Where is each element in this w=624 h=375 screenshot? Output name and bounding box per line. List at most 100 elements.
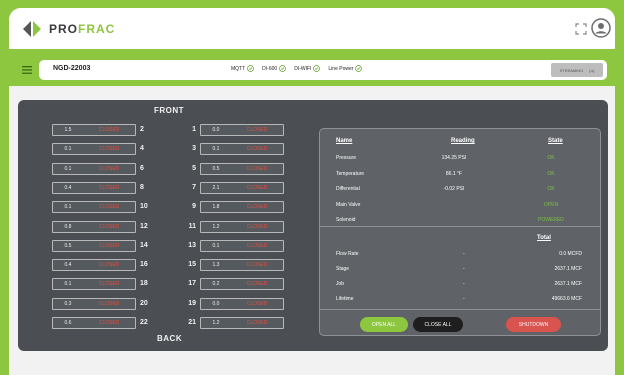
valve-7-box[interactable]: 2.1 CLOSED <box>200 181 284 194</box>
valve-number: 17 <box>188 280 196 288</box>
readings-panel: Name Reading State Pressure 134.25 PSI OK T… <box>319 128 601 336</box>
total-value: 2637.1 MCF <box>554 281 582 287</box>
valve-reading: 0.1 <box>64 165 72 172</box>
total-value: 2637.1 MCF <box>554 266 582 272</box>
total-value: 0.0 MCFD <box>559 251 582 257</box>
valve-reading: 1.3 <box>212 262 220 269</box>
valve-state: CLOSED <box>246 281 268 288</box>
close-all-button[interactable]: CLOSE ALL <box>413 317 463 332</box>
valve-15-box[interactable]: 1.3 CLOSED <box>200 259 284 272</box>
valve-state: CLOSED <box>246 300 268 307</box>
valve-reading: 0.1 <box>64 281 72 288</box>
header-name: Name <box>336 138 353 144</box>
valve-6-box[interactable]: 0.1 CLOSED <box>52 162 136 175</box>
valve-reading: 1.2 <box>212 223 220 230</box>
valve-18-box[interactable]: 0.1 CLOSED <box>52 278 136 291</box>
valve-1-box[interactable]: 0.0 CLOSED <box>200 124 284 136</box>
expand-icon[interactable] <box>575 23 587 35</box>
indicator-label: Line Power <box>328 65 354 72</box>
valve-17-box[interactable]: 0.2 CLOSED <box>200 278 284 291</box>
top-bar: PROFRAC <box>9 8 615 49</box>
valve-reading: 0.1 <box>64 204 72 211</box>
valve-14-box[interactable]: 0.5 CLOSED <box>52 239 136 252</box>
valve-number: 1 <box>192 126 196 133</box>
menu-icon[interactable] <box>22 66 32 74</box>
indicator-mqtt: MQTT <box>231 65 254 72</box>
valve-21-box[interactable]: 1.2 CLOSED <box>200 317 284 329</box>
total-name: Job <box>336 281 345 287</box>
valve-10-box[interactable]: 0.1 CLOSED <box>52 201 136 214</box>
valve-number: 13 <box>188 241 196 249</box>
valve-number: 14 <box>140 241 148 249</box>
valve-16-box[interactable]: 0.4 CLOSED <box>52 259 136 272</box>
valve-state: CLOSED <box>246 146 268 153</box>
valve-22-box[interactable]: 0.6 CLOSED <box>52 317 136 329</box>
valve-number: 6 <box>140 164 144 172</box>
valve-3-box[interactable]: 0.1 CLOSED <box>200 143 284 156</box>
info-name: Pressure <box>336 155 357 161</box>
valve-8-box[interactable]: 0.4 CLOSED <box>52 181 136 194</box>
valve-reading: 0.0 <box>212 300 220 307</box>
valve-state: CLOSED <box>98 320 120 326</box>
valve-12-box[interactable]: 0.8 CLOSED <box>52 220 136 233</box>
check-circle-icon <box>247 65 254 72</box>
valve-number: 2 <box>140 126 144 133</box>
header-reading: Reading <box>451 138 475 144</box>
valve-reading: 0.3 <box>64 300 72 307</box>
valve-5-box[interactable]: 0.5 CLOSED <box>200 162 284 175</box>
info-state: POWERED <box>538 217 564 223</box>
open-all-button[interactable]: OPEN ALL <box>360 317 408 332</box>
connection-indicators: MQTT DI-600 DI-WIFI Line Power <box>231 65 363 72</box>
valve-number: 12 <box>140 222 148 230</box>
valve-number: 11 <box>188 222 196 230</box>
valve-state: CLOSED <box>246 127 268 133</box>
valve-number: 9 <box>192 203 196 211</box>
indicator-label: DI-WIFI <box>294 65 312 72</box>
divider <box>320 309 600 310</box>
logo-pro: PRO <box>49 22 79 36</box>
valve-reading: 0.4 <box>64 262 72 269</box>
valve-number: 21 <box>188 319 196 326</box>
valve-2-box[interactable]: 1.5 CLOSED <box>52 124 136 136</box>
valve-state: CLOSED <box>98 242 120 249</box>
valve-reading: 0.5 <box>212 165 220 172</box>
shutdown-button[interactable]: SHUTDOWN <box>506 317 561 332</box>
total-dash: - <box>463 281 465 287</box>
header-total: Total <box>537 235 551 241</box>
logo-frac: FRAC <box>78 22 116 36</box>
check-circle-icon <box>313 65 321 72</box>
valve-state: CLOSED <box>98 300 120 307</box>
valve-state: CLOSED <box>98 262 120 269</box>
user-avatar-icon[interactable] <box>591 18 611 38</box>
valve-4-box[interactable]: 0.1 CLOSED <box>52 143 136 156</box>
streaming-button[interactable]: STREAMING [••] <box>551 63 603 77</box>
info-state: OK <box>547 186 555 192</box>
valve-state: CLOSED <box>246 184 268 191</box>
valve-state: CLOSED <box>246 204 268 211</box>
valve-19-box[interactable]: 0.0 CLOSED <box>200 297 284 310</box>
back-label: BACK <box>157 334 183 343</box>
valve-reading: 0.6 <box>64 320 72 326</box>
valve-number: 5 <box>192 164 196 172</box>
valve-state: CLOSED <box>98 127 120 133</box>
valve-number: 4 <box>140 145 144 153</box>
valve-9-box[interactable]: 1.8 CLOSED <box>200 201 284 214</box>
total-value: 49663.6 MCF <box>551 296 582 302</box>
valve-reading: 0.4 <box>64 184 72 191</box>
valve-13-box[interactable]: 0.1 CLOSED <box>200 239 284 252</box>
valve-reading: 2.1 <box>212 184 220 191</box>
profrac-logo: PROFRAC <box>23 20 115 38</box>
info-name: Differential <box>336 186 360 192</box>
valve-state: CLOSED <box>98 223 120 230</box>
manifold-panel: FRONT BACK 1.5 CLOSED 2 0.1 CLOSED 4 0.1 CLOSED… <box>18 100 608 351</box>
valve-reading: 0.1 <box>212 242 220 249</box>
valve-11-box[interactable]: 1.2 CLOSED <box>200 220 284 233</box>
info-state: OK <box>547 170 555 177</box>
valve-reading: 0.1 <box>212 146 220 153</box>
info-name: Main Valve <box>336 201 361 208</box>
valve-number: 10 <box>140 203 148 211</box>
valve-reading: 0.5 <box>64 242 72 249</box>
divider <box>320 226 600 227</box>
valve-number: 15 <box>188 261 196 269</box>
valve-20-box[interactable]: 0.3 CLOSED <box>52 297 136 310</box>
